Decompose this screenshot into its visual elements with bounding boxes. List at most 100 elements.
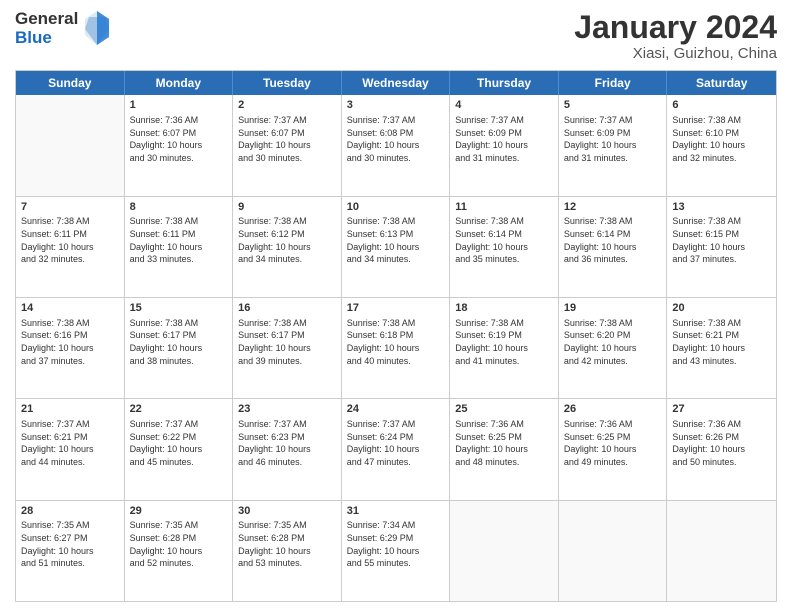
- calendar-cell-w4-d7: 27Sunrise: 7:36 AM Sunset: 6:26 PM Dayli…: [667, 399, 776, 499]
- col-saturday: Saturday: [667, 71, 776, 95]
- col-sunday: Sunday: [16, 71, 125, 95]
- day-number: 15: [130, 301, 228, 316]
- day-info: Sunrise: 7:36 AM Sunset: 6:25 PM Dayligh…: [455, 418, 553, 468]
- day-number: 9: [238, 200, 336, 215]
- calendar-cell-w1-d1: [16, 95, 125, 195]
- title-block: January 2024 Xiasi, Guizhou, China: [574, 10, 777, 62]
- calendar-cell-w5-d1: 28Sunrise: 7:35 AM Sunset: 6:27 PM Dayli…: [16, 501, 125, 601]
- day-info: Sunrise: 7:36 AM Sunset: 6:26 PM Dayligh…: [672, 418, 771, 468]
- day-number: 11: [455, 200, 553, 215]
- calendar-cell-w5-d5: [450, 501, 559, 601]
- day-number: 12: [564, 200, 662, 215]
- day-info: Sunrise: 7:38 AM Sunset: 6:17 PM Dayligh…: [130, 317, 228, 367]
- day-info: Sunrise: 7:38 AM Sunset: 6:10 PM Dayligh…: [672, 114, 771, 164]
- day-info: Sunrise: 7:38 AM Sunset: 6:17 PM Dayligh…: [238, 317, 336, 367]
- day-number: 10: [347, 200, 445, 215]
- calendar-grid: Sunday Monday Tuesday Wednesday Thursday…: [15, 70, 777, 602]
- day-number: 14: [21, 301, 119, 316]
- calendar-cell-w2-d2: 8Sunrise: 7:38 AM Sunset: 6:11 PM Daylig…: [125, 197, 234, 297]
- day-info: Sunrise: 7:37 AM Sunset: 6:23 PM Dayligh…: [238, 418, 336, 468]
- calendar-cell-w3-d2: 15Sunrise: 7:38 AM Sunset: 6:17 PM Dayli…: [125, 298, 234, 398]
- calendar-cell-w4-d5: 25Sunrise: 7:36 AM Sunset: 6:25 PM Dayli…: [450, 399, 559, 499]
- day-info: Sunrise: 7:38 AM Sunset: 6:16 PM Dayligh…: [21, 317, 119, 367]
- calendar-cell-w4-d4: 24Sunrise: 7:37 AM Sunset: 6:24 PM Dayli…: [342, 399, 451, 499]
- logo-text-line1: General: [15, 10, 78, 29]
- day-number: 28: [21, 504, 119, 519]
- calendar-cell-w1-d2: 1Sunrise: 7:36 AM Sunset: 6:07 PM Daylig…: [125, 95, 234, 195]
- col-friday: Friday: [559, 71, 668, 95]
- calendar-title: January 2024: [574, 10, 777, 45]
- day-info: Sunrise: 7:35 AM Sunset: 6:28 PM Dayligh…: [130, 519, 228, 569]
- logo-icon: [81, 9, 113, 47]
- day-info: Sunrise: 7:38 AM Sunset: 6:21 PM Dayligh…: [672, 317, 771, 367]
- day-number: 3: [347, 98, 445, 113]
- col-wednesday: Wednesday: [342, 71, 451, 95]
- calendar-cell-w1-d3: 2Sunrise: 7:37 AM Sunset: 6:07 PM Daylig…: [233, 95, 342, 195]
- calendar-cell-w4-d2: 22Sunrise: 7:37 AM Sunset: 6:22 PM Dayli…: [125, 399, 234, 499]
- day-info: Sunrise: 7:38 AM Sunset: 6:12 PM Dayligh…: [238, 215, 336, 265]
- page-header: General Blue January 2024 Xiasi, Guizhou…: [15, 10, 777, 62]
- day-number: 4: [455, 98, 553, 113]
- day-info: Sunrise: 7:38 AM Sunset: 6:15 PM Dayligh…: [672, 215, 771, 265]
- day-info: Sunrise: 7:37 AM Sunset: 6:09 PM Dayligh…: [564, 114, 662, 164]
- day-number: 25: [455, 402, 553, 417]
- day-info: Sunrise: 7:38 AM Sunset: 6:20 PM Dayligh…: [564, 317, 662, 367]
- day-info: Sunrise: 7:38 AM Sunset: 6:11 PM Dayligh…: [21, 215, 119, 265]
- day-number: 13: [672, 200, 771, 215]
- day-number: 2: [238, 98, 336, 113]
- calendar-week-4: 21Sunrise: 7:37 AM Sunset: 6:21 PM Dayli…: [16, 399, 776, 500]
- day-number: 23: [238, 402, 336, 417]
- calendar-cell-w3-d4: 17Sunrise: 7:38 AM Sunset: 6:18 PM Dayli…: [342, 298, 451, 398]
- day-number: 31: [347, 504, 445, 519]
- calendar-body: 1Sunrise: 7:36 AM Sunset: 6:07 PM Daylig…: [16, 95, 776, 601]
- calendar-cell-w2-d7: 13Sunrise: 7:38 AM Sunset: 6:15 PM Dayli…: [667, 197, 776, 297]
- day-number: 29: [130, 504, 228, 519]
- calendar-header-row: Sunday Monday Tuesday Wednesday Thursday…: [16, 71, 776, 95]
- calendar-cell-w4-d3: 23Sunrise: 7:37 AM Sunset: 6:23 PM Dayli…: [233, 399, 342, 499]
- day-number: 24: [347, 402, 445, 417]
- day-info: Sunrise: 7:37 AM Sunset: 6:22 PM Dayligh…: [130, 418, 228, 468]
- day-number: 19: [564, 301, 662, 316]
- day-info: Sunrise: 7:37 AM Sunset: 6:09 PM Dayligh…: [455, 114, 553, 164]
- calendar-cell-w2-d1: 7Sunrise: 7:38 AM Sunset: 6:11 PM Daylig…: [16, 197, 125, 297]
- calendar-week-1: 1Sunrise: 7:36 AM Sunset: 6:07 PM Daylig…: [16, 95, 776, 196]
- calendar-cell-w2-d6: 12Sunrise: 7:38 AM Sunset: 6:14 PM Dayli…: [559, 197, 668, 297]
- calendar-cell-w1-d5: 4Sunrise: 7:37 AM Sunset: 6:09 PM Daylig…: [450, 95, 559, 195]
- day-number: 17: [347, 301, 445, 316]
- calendar-cell-w4-d1: 21Sunrise: 7:37 AM Sunset: 6:21 PM Dayli…: [16, 399, 125, 499]
- day-number: 30: [238, 504, 336, 519]
- calendar-cell-w3-d6: 19Sunrise: 7:38 AM Sunset: 6:20 PM Dayli…: [559, 298, 668, 398]
- day-info: Sunrise: 7:35 AM Sunset: 6:28 PM Dayligh…: [238, 519, 336, 569]
- day-info: Sunrise: 7:38 AM Sunset: 6:11 PM Dayligh…: [130, 215, 228, 265]
- day-info: Sunrise: 7:34 AM Sunset: 6:29 PM Dayligh…: [347, 519, 445, 569]
- calendar-week-3: 14Sunrise: 7:38 AM Sunset: 6:16 PM Dayli…: [16, 298, 776, 399]
- day-number: 7: [21, 200, 119, 215]
- day-number: 22: [130, 402, 228, 417]
- col-thursday: Thursday: [450, 71, 559, 95]
- day-number: 26: [564, 402, 662, 417]
- col-tuesday: Tuesday: [233, 71, 342, 95]
- calendar-cell-w2-d5: 11Sunrise: 7:38 AM Sunset: 6:14 PM Dayli…: [450, 197, 559, 297]
- day-number: 1: [130, 98, 228, 113]
- day-number: 5: [564, 98, 662, 113]
- day-info: Sunrise: 7:35 AM Sunset: 6:27 PM Dayligh…: [21, 519, 119, 569]
- day-number: 20: [672, 301, 771, 316]
- day-info: Sunrise: 7:36 AM Sunset: 6:07 PM Dayligh…: [130, 114, 228, 164]
- day-number: 8: [130, 200, 228, 215]
- calendar-week-2: 7Sunrise: 7:38 AM Sunset: 6:11 PM Daylig…: [16, 197, 776, 298]
- logo: General Blue: [15, 10, 113, 47]
- day-info: Sunrise: 7:38 AM Sunset: 6:14 PM Dayligh…: [564, 215, 662, 265]
- day-number: 21: [21, 402, 119, 417]
- day-info: Sunrise: 7:37 AM Sunset: 6:24 PM Dayligh…: [347, 418, 445, 468]
- day-info: Sunrise: 7:38 AM Sunset: 6:14 PM Dayligh…: [455, 215, 553, 265]
- calendar-cell-w4-d6: 26Sunrise: 7:36 AM Sunset: 6:25 PM Dayli…: [559, 399, 668, 499]
- calendar-cell-w5-d2: 29Sunrise: 7:35 AM Sunset: 6:28 PM Dayli…: [125, 501, 234, 601]
- calendar-cell-w3-d7: 20Sunrise: 7:38 AM Sunset: 6:21 PM Dayli…: [667, 298, 776, 398]
- calendar-cell-w2-d3: 9Sunrise: 7:38 AM Sunset: 6:12 PM Daylig…: [233, 197, 342, 297]
- day-number: 6: [672, 98, 771, 113]
- calendar-cell-w2-d4: 10Sunrise: 7:38 AM Sunset: 6:13 PM Dayli…: [342, 197, 451, 297]
- day-number: 16: [238, 301, 336, 316]
- day-info: Sunrise: 7:37 AM Sunset: 6:07 PM Dayligh…: [238, 114, 336, 164]
- day-number: 27: [672, 402, 771, 417]
- calendar-cell-w3-d5: 18Sunrise: 7:38 AM Sunset: 6:19 PM Dayli…: [450, 298, 559, 398]
